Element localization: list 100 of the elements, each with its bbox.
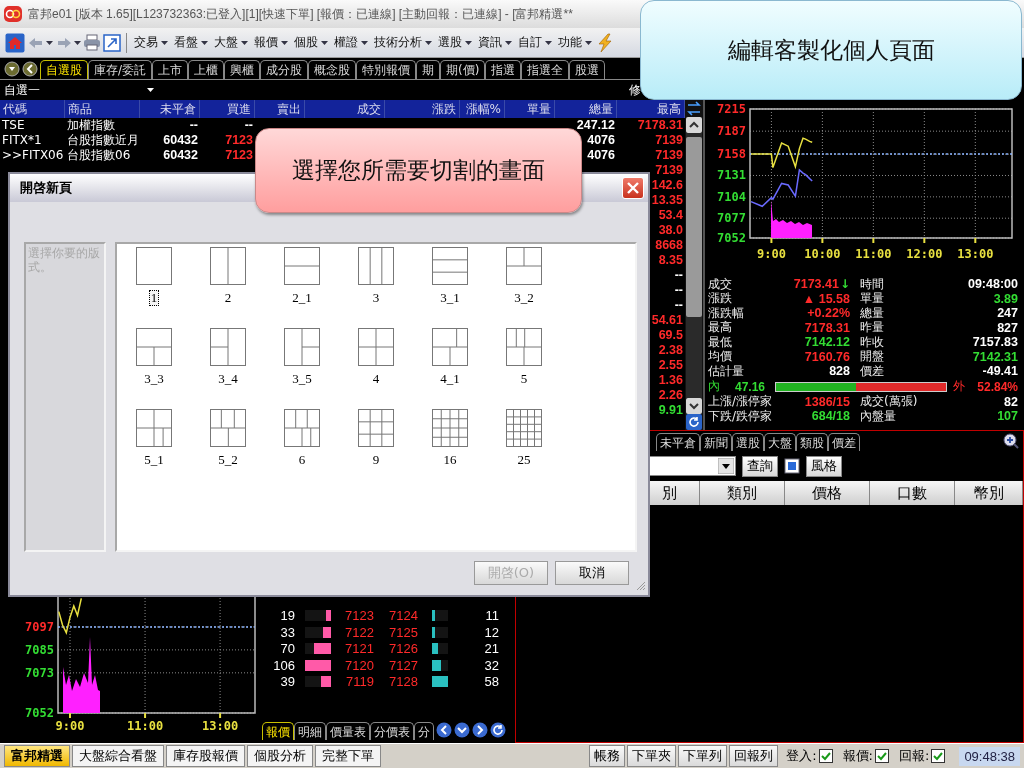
edit-button[interactable]: 修 [629,81,641,99]
caret-icon[interactable] [505,40,512,45]
layout-option[interactable]: 2 [191,247,265,328]
scrollbar-thumb[interactable] [686,137,702,317]
layout-option[interactable]: 3_1 [413,247,487,328]
layout-option[interactable]: 5 [487,328,561,409]
column-header[interactable]: 成交 [305,100,385,118]
tab[interactable]: 概念股 [308,60,357,79]
menu-button[interactable]: 報價 [252,32,290,53]
menu-button[interactable]: 個股 [292,32,330,53]
column-header[interactable]: 商品 [65,100,140,118]
caret-icon[interactable] [46,40,53,45]
tab[interactable]: 價量表 [326,722,370,740]
swap-icon[interactable] [686,100,702,117]
query-button[interactable]: 查詢 [742,455,778,477]
column-header[interactable]: 未平倉 [140,100,200,118]
dialog-button[interactable]: 取消 [555,561,629,585]
caret-icon[interactable] [465,40,472,45]
tab[interactable]: 自選股 [40,60,88,79]
layout-option[interactable]: 4_1 [413,328,487,409]
tab[interactable]: 報價 [262,722,294,740]
checkbox[interactable] [818,749,833,763]
column-header[interactable]: 口數 [870,481,955,505]
tab[interactable]: 明細 [294,722,326,740]
menu-button[interactable]: 交易 [132,32,170,53]
checkbox[interactable] [875,749,889,763]
column-header[interactable]: 類別 [700,481,785,505]
layout-option[interactable]: 2_1 [265,247,339,328]
menu-button[interactable]: 大盤 [212,32,250,53]
toolbar-button[interactable]: 帳務 [589,745,626,767]
tab[interactable]: 期 [416,60,441,79]
layout-option[interactable]: 1 [117,247,191,328]
tab[interactable]: 價差 [828,433,860,451]
tab[interactable]: 期(價) [440,60,486,79]
menu-button[interactable]: 技術分析 [372,32,434,53]
dropdown-icon[interactable] [4,60,20,77]
resize-grip-icon[interactable] [636,581,646,591]
style-button[interactable]: 風格 [806,455,842,477]
tab[interactable]: 分 [414,722,434,740]
external-link-icon[interactable] [103,33,121,52]
caret-icon[interactable] [321,40,328,45]
tab[interactable]: 未平倉 [656,433,700,451]
tab[interactable]: 新聞 [700,433,732,451]
home-icon[interactable] [5,32,25,53]
layout-option[interactable]: 3_2 [487,247,561,328]
tab[interactable]: 股選 [569,60,606,79]
layout-option[interactable]: 5_1 [117,409,191,490]
printer-icon[interactable] [83,34,101,51]
column-header[interactable]: 漲跌 [385,100,460,118]
menu-button[interactable]: 看盤 [172,32,210,53]
caret-icon[interactable] [281,40,288,45]
tab[interactable]: 成分股 [260,60,309,79]
tab[interactable]: 大盤綜合看盤 [72,745,164,767]
refresh-icon[interactable] [686,414,702,430]
column-header[interactable]: 單量 [505,100,555,118]
tab[interactable]: 指選 [485,60,522,79]
column-header[interactable]: 代碼 [0,100,65,118]
tab[interactable]: 富邦精選 [4,745,70,767]
column-header[interactable]: 總量 [555,100,617,118]
tab[interactable]: 指選全 [521,60,570,79]
layout-option[interactable]: 9 [339,409,413,490]
close-button[interactable] [622,177,644,199]
square-icon[interactable] [784,458,800,474]
tab[interactable]: 上櫃 [188,60,225,79]
tab[interactable]: 類股 [796,433,828,451]
layout-option[interactable]: 3_5 [265,328,339,409]
layout-option[interactable]: 25 [487,409,561,490]
tab[interactable]: 特別報價 [356,60,417,79]
layout-option[interactable]: 3_3 [117,328,191,409]
zoom-in-icon[interactable] [1003,433,1019,449]
column-header[interactable]: 漲幅% [460,100,505,118]
tab[interactable]: 分價表 [370,722,414,740]
tab[interactable]: 興櫃 [224,60,261,79]
tab[interactable]: 選股 [732,433,764,451]
layout-option[interactable]: 16 [413,409,487,490]
caret-icon[interactable] [147,88,154,92]
menu-button[interactable]: 資訊 [476,32,514,53]
caret-icon[interactable] [425,40,432,45]
checkbox[interactable] [931,749,946,763]
tab[interactable]: 完整下單 [315,745,381,767]
caret-icon[interactable] [585,40,592,45]
caret-icon[interactable] [241,40,248,45]
tab[interactable]: 庫存/委託 [88,60,153,79]
caret-icon[interactable] [545,40,552,45]
layout-option[interactable]: 5_2 [191,409,265,490]
layout-option[interactable]: 6 [265,409,339,490]
menu-button[interactable]: 權證 [332,32,370,53]
column-header[interactable]: 買進 [200,100,255,118]
menu-button[interactable]: 功能 [556,32,594,53]
column-header[interactable]: 幣別 [955,481,1023,505]
menu-button[interactable]: 自訂 [516,32,554,53]
back-icon[interactable] [22,60,38,77]
caret-icon[interactable] [161,40,168,45]
menu-button[interactable]: 選股 [436,32,474,53]
toolbar-button[interactable]: 下單列 [678,745,728,767]
toolbar-button[interactable]: 回報列 [729,745,779,767]
tab[interactable]: 大盤 [764,433,796,451]
tab[interactable]: 個股分析 [247,745,313,767]
watchlist-dropdown[interactable]: 自選一 [4,81,154,99]
tab[interactable]: 庫存股報價 [166,745,245,767]
